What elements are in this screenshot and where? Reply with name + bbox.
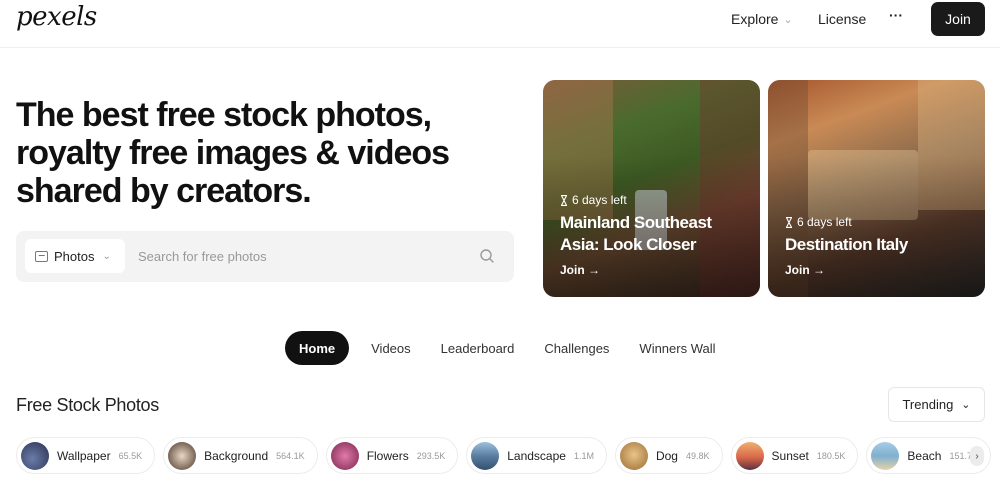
- category-name: Wallpaper: [57, 448, 111, 463]
- category-count: 564.1K: [276, 450, 305, 461]
- category-count: 180.5K: [816, 450, 846, 461]
- challenge-join-link[interactable]: Join →: [560, 263, 600, 277]
- time-left-text: 6 days left: [797, 215, 852, 229]
- sort-dropdown[interactable]: Trending ⌄: [888, 387, 985, 422]
- category-chip-wallpaper[interactable]: Wallpaper 65.5K: [16, 437, 156, 474]
- category-thumbnail: [330, 441, 359, 470]
- chevron-down-icon: ⌄: [783, 13, 793, 26]
- challenge-join-link[interactable]: Join →: [785, 263, 825, 277]
- tab-challenges[interactable]: Challenges: [534, 331, 619, 365]
- tab-leaderboard[interactable]: Leaderboard: [431, 331, 525, 365]
- category-count: 1.1M: [573, 450, 594, 461]
- category-chip-landscape[interactable]: Landscape 1.1M: [466, 437, 607, 474]
- more-options-button[interactable]: ···: [889, 7, 903, 23]
- challenge-card-destination-italy[interactable]: 6 days left Destination Italy Join →: [768, 80, 985, 297]
- explore-menu[interactable]: Explore ⌄: [731, 11, 793, 27]
- category-thumbnail: [871, 441, 900, 470]
- hourglass-icon: [561, 194, 567, 206]
- chevron-down-icon: ⌄: [102, 250, 111, 262]
- category-name: Sunset: [771, 448, 809, 463]
- category-chip-dog[interactable]: Dog 49.8K: [614, 437, 723, 474]
- category-chip-flowers[interactable]: Flowers 293.5K: [325, 437, 459, 474]
- tab-videos[interactable]: Videos: [361, 331, 421, 365]
- section-title: Free Stock Photos: [16, 395, 159, 415]
- search-type-label: Photos: [54, 248, 95, 264]
- challenge-title: Mainland Southeast Asia: Look Closer: [560, 213, 712, 254]
- category-count: 293.5K: [416, 450, 446, 461]
- category-name: Dog: [655, 448, 678, 463]
- search-icon[interactable]: [479, 248, 495, 264]
- category-thumbnail: [619, 441, 648, 470]
- hourglass-icon: [786, 216, 792, 228]
- pexels-logo[interactable]: pexels: [16, 2, 97, 32]
- hero-title: The best free stock photos, royalty free…: [16, 96, 450, 210]
- category-chip-sunset[interactable]: Sunset 180.5K: [730, 437, 859, 474]
- time-left-text: 6 days left: [572, 193, 627, 207]
- time-left-badge: 6 days left: [785, 215, 852, 229]
- category-thumbnail: [471, 441, 500, 470]
- content-tabs: Home Videos Leaderboard Challenges Winne…: [285, 331, 726, 365]
- category-thumbnail: [21, 441, 49, 470]
- explore-label: Explore: [731, 11, 779, 27]
- category-chips: Wallpaper 65.5K Background 564.1K Flower…: [16, 437, 991, 474]
- top-navigation-bar: pexels Explore ⌄ License ··· Join: [0, 0, 1000, 48]
- chevron-right-icon[interactable]: ›: [970, 446, 984, 466]
- category-count: 65.5K: [118, 450, 143, 461]
- category-thumbnail: [735, 441, 764, 470]
- tab-home[interactable]: Home: [285, 331, 350, 365]
- category-chip-background[interactable]: Background 564.1K: [163, 437, 318, 474]
- category-name: Landscape: [507, 448, 566, 463]
- tab-winners-wall[interactable]: Winners Wall: [629, 331, 725, 365]
- category-count: 49.8K: [685, 450, 710, 461]
- search-bar: Photos ⌄: [16, 231, 514, 282]
- image-icon: [35, 250, 48, 262]
- challenge-card-southeast-asia[interactable]: 6 days left Mainland Southeast Asia: Loo…: [543, 80, 760, 297]
- join-button[interactable]: Join: [931, 2, 985, 36]
- sort-label: Trending: [902, 397, 954, 412]
- category-name: Beach: [907, 448, 942, 463]
- category-name: Flowers: [366, 448, 409, 463]
- search-input[interactable]: [138, 241, 468, 271]
- category-thumbnail: [168, 441, 197, 470]
- chevron-down-icon: ⌄: [961, 399, 971, 411]
- category-name: Background: [204, 448, 269, 463]
- search-type-dropdown[interactable]: Photos ⌄: [25, 239, 125, 273]
- challenge-title: Destination Italy: [785, 235, 908, 254]
- license-link[interactable]: License: [818, 11, 866, 27]
- time-left-badge: 6 days left: [560, 193, 627, 207]
